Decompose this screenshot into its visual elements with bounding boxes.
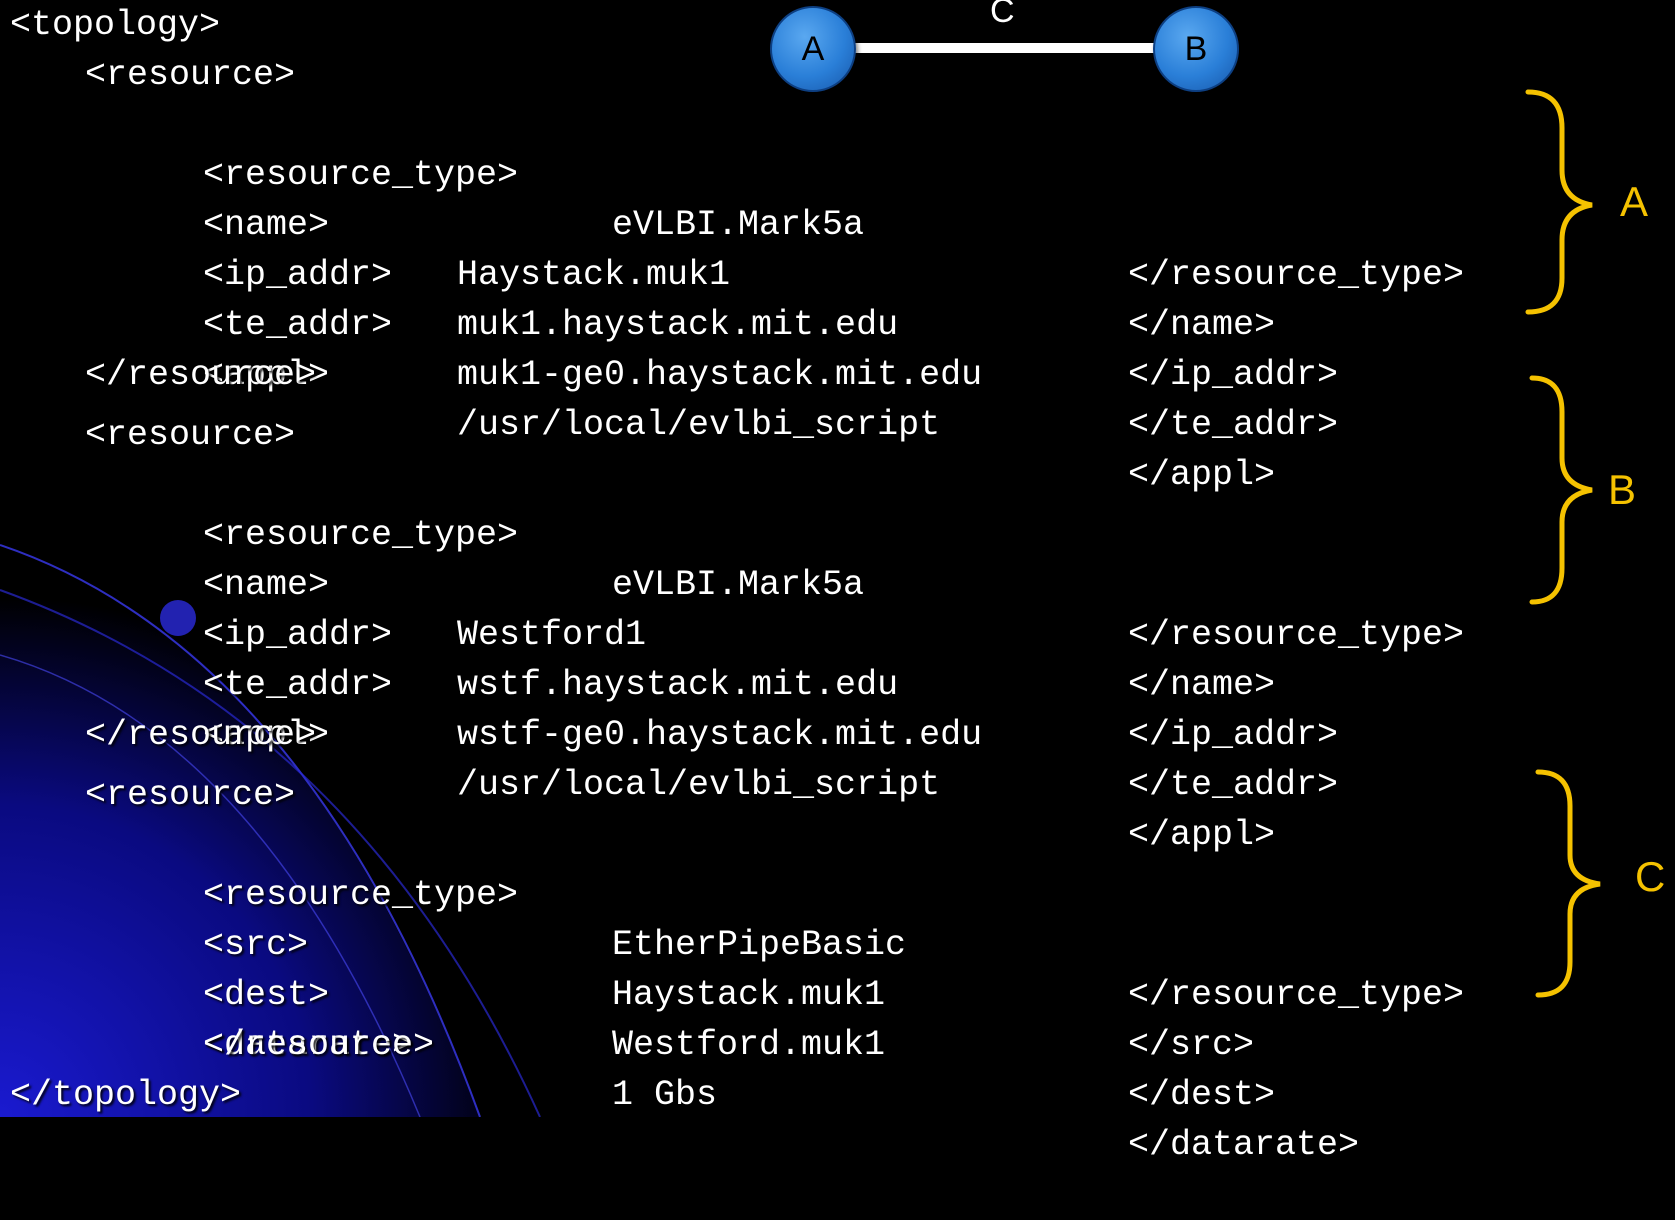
brace-a-label: A	[1620, 178, 1649, 225]
brace-c-label: C	[1635, 853, 1666, 900]
braces-overlay	[1525, 89, 1601, 998]
brace-c	[1535, 769, 1601, 998]
field-close-tag: </datarate>	[1128, 1125, 1360, 1165]
brace-a	[1525, 89, 1593, 315]
brace-b	[1529, 375, 1593, 605]
brace-b-label: B	[1608, 466, 1637, 513]
